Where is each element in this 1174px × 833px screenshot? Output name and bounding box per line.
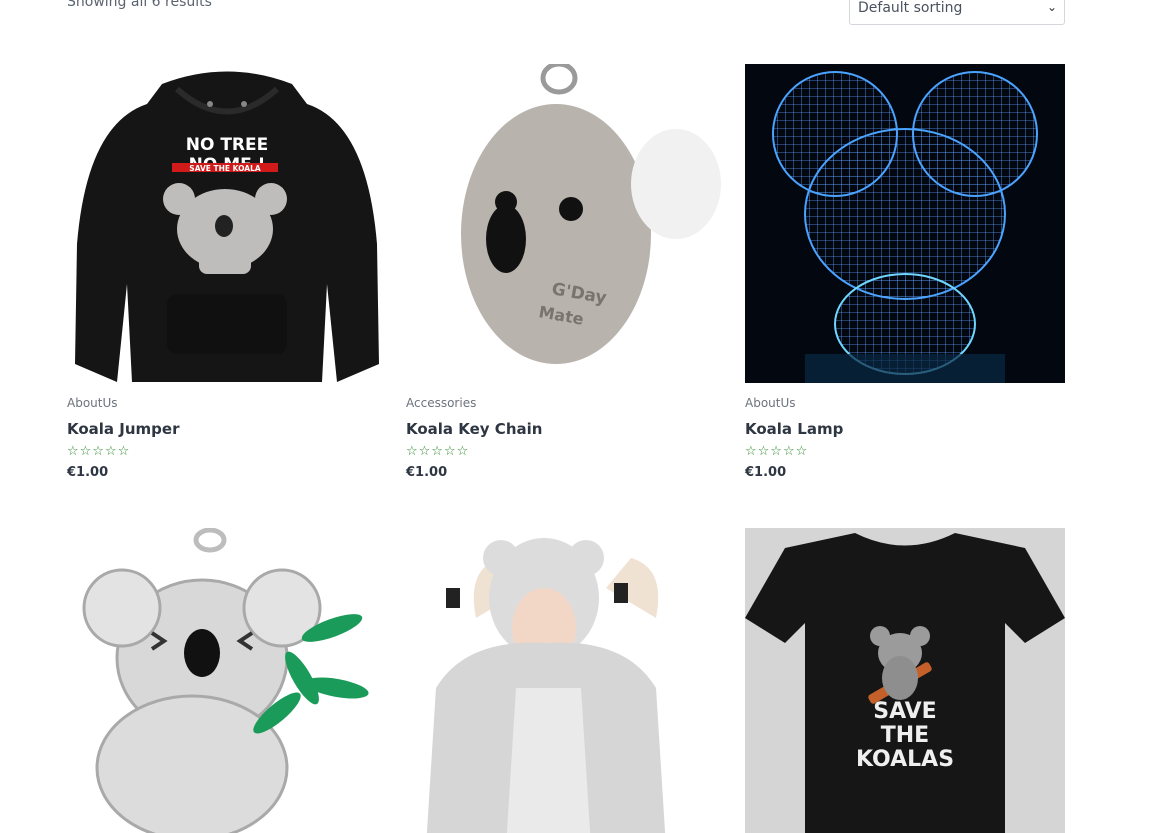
lamp-image — [745, 64, 1065, 383]
hoodie-image: NO TREE NO ME ! SAVE THE KOALA — [67, 64, 387, 383]
hoodie-print-line3: SAVE THE KOALA — [189, 164, 261, 173]
charm-image — [67, 528, 387, 833]
tshirt-print-line2: THE — [881, 723, 929, 748]
product-card: SAVE THE KOALAS — [745, 528, 1065, 833]
product-price: €1.00 — [745, 465, 787, 480]
product-image-link[interactable] — [406, 528, 726, 833]
shop-page: Showing all 6 results Default sorting ⌄ … — [0, 0, 1174, 833]
product-card: NO TREE NO ME ! SAVE THE KOALA AboutUs K… — [67, 64, 387, 480]
product-title[interactable]: Koala Key Chain — [406, 420, 726, 439]
product-image-link[interactable]: NO TREE NO ME ! SAVE THE KOALA — [67, 64, 387, 383]
product-image-link[interactable]: SAVE THE KOALAS — [745, 528, 1065, 833]
product-category[interactable]: AboutUs — [745, 396, 1065, 412]
product-price: €1.00 — [406, 465, 448, 480]
product-card — [406, 528, 726, 833]
tshirt-image: SAVE THE KOALAS — [745, 528, 1065, 833]
product-title[interactable]: Koala Lamp — [745, 420, 1065, 439]
product-category[interactable]: AboutUs — [67, 396, 387, 412]
sorting-value: Default sorting — [858, 0, 963, 16]
product-image-link[interactable] — [67, 528, 387, 833]
keychain-image: G'Day Mate — [406, 64, 726, 383]
rating-stars: ☆☆☆☆☆ — [745, 444, 809, 459]
rating-stars: ☆☆☆☆☆ — [67, 444, 131, 459]
tshirt-print-line1: SAVE — [873, 699, 936, 724]
product-card — [67, 528, 387, 833]
product-image-link[interactable] — [745, 64, 1065, 383]
product-card: AboutUs Koala Lamp ☆☆☆☆☆ €1.00 — [745, 64, 1065, 480]
product-price: €1.00 — [67, 465, 109, 480]
product-category[interactable]: Accessories — [406, 396, 726, 412]
chevron-down-icon: ⌄ — [1046, 0, 1057, 14]
product-title[interactable]: Koala Jumper — [67, 420, 387, 439]
sorting-select[interactable]: Default sorting ⌄ — [849, 0, 1065, 25]
rating-stars: ☆☆☆☆☆ — [406, 444, 470, 459]
product-image-link[interactable]: G'Day Mate — [406, 64, 726, 383]
tshirt-print-line3: KOALAS — [856, 747, 954, 772]
hoodie-print-line1: NO TREE — [186, 135, 269, 155]
onesie-image — [406, 528, 726, 833]
result-count: Showing all 6 results — [67, 0, 212, 10]
product-card: G'Day Mate Accessories Koala Key Chain ☆… — [406, 64, 726, 480]
